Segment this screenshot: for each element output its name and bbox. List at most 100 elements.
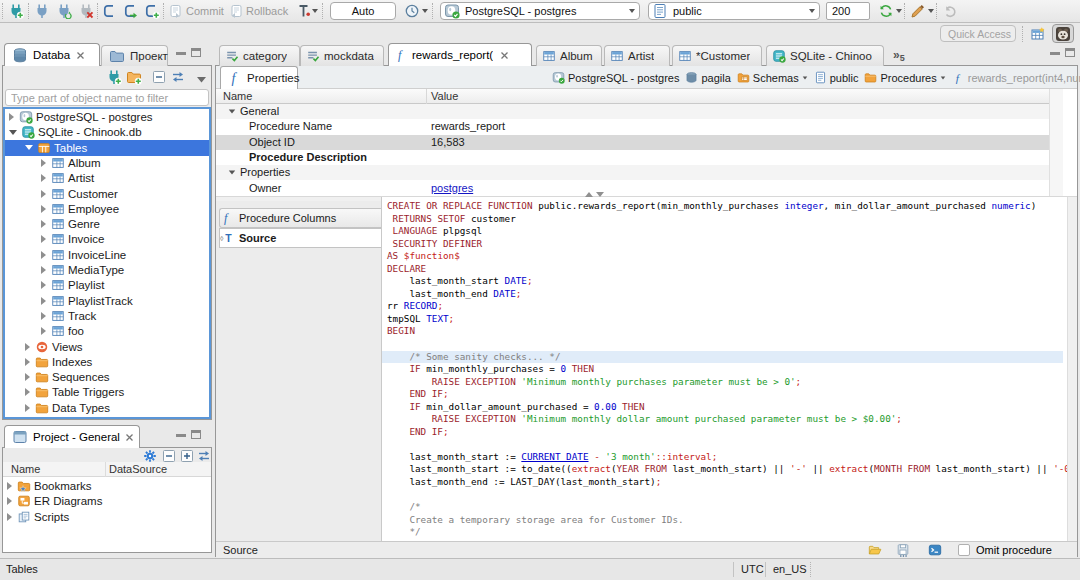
brush-caret-icon[interactable] [928, 9, 934, 13]
tree-collapsed-arrow-icon[interactable] [41, 159, 46, 167]
editor-tab-mockdata[interactable]: mockdata [300, 45, 384, 66]
side-tab-procedure-columns[interactable]: fProcedure Columns [219, 208, 381, 228]
tree-collapsed-arrow-icon[interactable] [41, 205, 46, 213]
tree-expanded-arrow-icon[interactable] [25, 145, 33, 150]
tree-item-track[interactable]: Track [5, 308, 209, 324]
link-editor-icon[interactable] [170, 69, 186, 85]
tab-overflow-chevron[interactable]: »5 [893, 48, 905, 63]
tree-item-table-triggers[interactable]: Table Triggers [5, 384, 209, 400]
tree-item-indexes[interactable]: Indexes [5, 354, 209, 370]
tree-item-invoiceline[interactable]: InvoiceLine [5, 247, 209, 263]
breadcrumb-caret-icon[interactable] [940, 76, 945, 79]
editor-tab-rewards-report-[interactable]: frewards_report( [388, 43, 532, 66]
close-icon[interactable] [500, 51, 509, 60]
collapse-all-icon[interactable] [151, 69, 167, 85]
grid-header-name[interactable]: Name [223, 90, 252, 102]
tree-collapsed-arrow-icon[interactable] [41, 327, 46, 335]
tree-collapsed-arrow-icon[interactable] [9, 113, 14, 121]
maximize-editor-icon[interactable] [1065, 48, 1075, 57]
undo-icon[interactable] [942, 3, 958, 19]
minimize-panel-icon[interactable] [176, 52, 186, 55]
tree-collapsed-arrow-icon[interactable] [41, 235, 46, 243]
save-icon[interactable] [896, 543, 910, 557]
commit-mode-combo[interactable]: Auto [330, 2, 396, 20]
tree-item-tables[interactable]: Tables [5, 140, 209, 156]
rollback-button[interactable]: Rollback [246, 5, 288, 17]
tree-item-playlisttrack[interactable]: PlaylistTrack [5, 293, 209, 309]
minimize-panel-icon[interactable] [176, 434, 186, 437]
dbeaver-perspective-button[interactable] [1052, 24, 1074, 43]
transaction-history-icon[interactable] [404, 3, 420, 19]
commit-button[interactable]: Commit [186, 5, 224, 17]
reconnect-icon[interactable] [56, 3, 72, 19]
tree-collapsed-arrow-icon[interactable] [41, 297, 46, 305]
maximize-panel-icon[interactable] [191, 48, 201, 57]
side-tab-source[interactable]: ◊TSource [219, 228, 381, 248]
panel-new-folder-icon[interactable] [126, 69, 142, 85]
property-row-procedure-name[interactable]: Procedure Namerewards_report [216, 119, 1049, 134]
tree-item-album[interactable]: Album [5, 155, 209, 171]
refresh-caret-icon[interactable] [896, 9, 902, 13]
refresh-icon[interactable] [878, 3, 894, 19]
column-header-name[interactable]: Name [11, 463, 40, 475]
editor-tab-category[interactable]: category [219, 45, 300, 66]
breadcrumb-item-procedures[interactable]: Procedures [864, 71, 945, 84]
tree-collapsed-arrow-icon[interactable] [41, 190, 46, 198]
minimize-editor-icon[interactable] [1050, 52, 1060, 55]
project-item-er-diagrams[interactable]: ER Diagrams [3, 493, 211, 509]
tree-collapsed-arrow-icon[interactable] [25, 373, 30, 381]
source-editor[interactable]: CREATE OR REPLACE FUNCTION public.reward… [381, 197, 1067, 541]
view-menu-icon[interactable] [194, 72, 210, 88]
editor-tab-artist[interactable]: Artist [604, 45, 670, 66]
sql-editor-icon[interactable] [102, 3, 118, 19]
tree-collapsed-arrow-icon[interactable] [25, 343, 30, 351]
tree-collapsed-arrow-icon[interactable] [41, 281, 46, 289]
tree-collapsed-arrow-icon[interactable] [41, 266, 46, 274]
connect-icon[interactable] [34, 3, 50, 19]
property-value-link[interactable]: postgres [431, 182, 473, 194]
property-row-properties[interactable]: Properties [216, 165, 1049, 180]
breadcrumb-item-postgresql-postgres[interactable]: PostgreSQL - postgres [552, 71, 679, 84]
close-icon[interactable] [76, 51, 85, 60]
tree-item-employee[interactable]: Employee [5, 201, 209, 217]
status-timezone[interactable]: UTC [741, 563, 764, 575]
breadcrumb-item-rewards-report-int4-numeric-[interactable]: frewards_report(int4,numeric) [952, 71, 1080, 84]
editor-tab--customer[interactable]: *Customer [672, 45, 762, 66]
console-icon[interactable] [928, 543, 942, 557]
property-row-procedure-description[interactable]: Procedure Description [216, 150, 1049, 165]
tree-item-artist[interactable]: Artist [5, 170, 209, 186]
tree-item-postgresql-postgres[interactable]: PostgreSQL - postgres [5, 109, 209, 125]
tree-item-data-types[interactable]: Data Types [5, 400, 209, 416]
tab-database[interactable]: Databa [4, 43, 100, 66]
property-row-general[interactable]: General [216, 104, 1049, 119]
tree-collapsed-arrow-icon[interactable] [25, 404, 30, 412]
sql-editor-new-icon[interactable] [144, 3, 160, 19]
tree-collapsed-arrow-icon[interactable] [7, 482, 12, 490]
breadcrumb-caret-icon[interactable] [802, 76, 807, 79]
property-row-owner[interactable]: Ownerpostgres [216, 181, 1049, 196]
breadcrumb-item-public[interactable]: public [814, 71, 859, 84]
group-expanded-arrow-icon[interactable] [229, 171, 235, 175]
open-perspective-icon[interactable] [1030, 26, 1046, 42]
close-icon[interactable] [125, 433, 134, 442]
tab-project-general[interactable]: Project - General [4, 425, 140, 448]
transaction-log-icon[interactable] [296, 3, 312, 19]
tree-collapsed-arrow-icon[interactable] [25, 358, 30, 366]
group-expanded-arrow-icon[interactable] [229, 110, 235, 114]
tree-item-genre[interactable]: Genre [5, 216, 209, 232]
grid-scrollbar[interactable] [1049, 89, 1063, 196]
schema-combo[interactable]: public [648, 2, 820, 20]
tab-properties[interactable]: f Properties [220, 66, 298, 89]
fetch-size-input[interactable]: 200 [826, 2, 870, 20]
editor-tab-album[interactable]: Album [536, 45, 602, 66]
editor-tab-sqlite-chinoo[interactable]: SQLite - Chinoo [766, 45, 884, 66]
column-header-datasource[interactable]: DataSource [109, 463, 167, 475]
sql-editor-open-icon[interactable] [123, 3, 139, 19]
commit-icon[interactable] [168, 3, 184, 19]
project-item-bookmarks[interactable]: Bookmarks [3, 478, 211, 494]
tree-item-sequences[interactable]: Sequences [5, 369, 209, 385]
grid-header-value[interactable]: Value [431, 90, 458, 102]
connection-combo[interactable]: PostgreSQL - postgres [440, 2, 640, 20]
breadcrumb-item-schemas[interactable]: Schemas [737, 71, 808, 84]
quick-access-input[interactable]: Quick Access [940, 25, 1016, 42]
